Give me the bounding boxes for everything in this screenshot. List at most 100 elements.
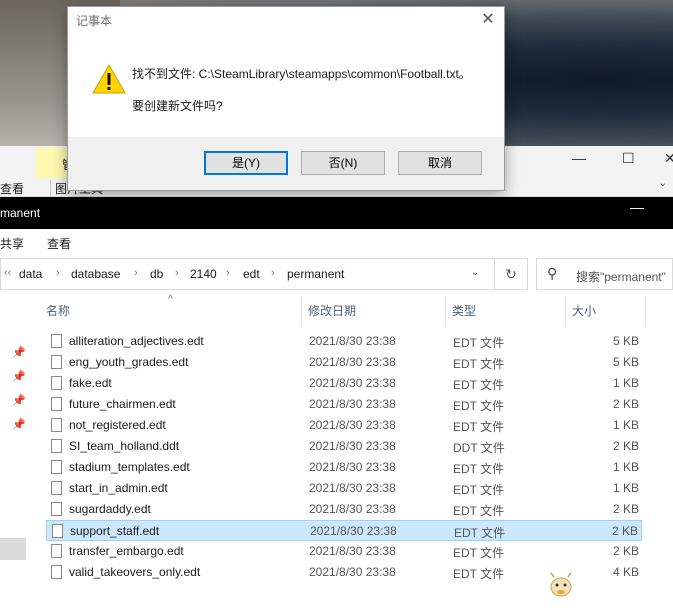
file-size: 4 KB	[612, 565, 639, 579]
breadcrumb-overflow-icon[interactable]: ‹‹	[4, 267, 11, 279]
file-row[interactable]: not_registered.edt 2021/8/30 23:38 EDT 文件 1…	[46, 415, 642, 436]
address-dropdown-icon[interactable]: ⌄	[471, 267, 479, 278]
column-header-date[interactable]: 修改日期	[302, 296, 446, 326]
chevron-right-icon[interactable]: ›	[226, 267, 230, 279]
file-icon	[51, 544, 62, 558]
file-date: 2021/8/30 23:38	[309, 460, 396, 474]
dialog-message-create-prompt: 要创建新文件吗?	[132, 99, 223, 113]
breadcrumb-2140[interactable]: 2140	[190, 267, 217, 281]
file-size: 5 KB	[612, 355, 639, 369]
ribbon-view-tab[interactable]: 查看	[0, 180, 24, 197]
file-type: EDT 文件	[453, 567, 505, 581]
file-type: EDT 文件	[453, 420, 505, 434]
breadcrumb-data[interactable]: data	[19, 267, 42, 281]
file-type: EDT 文件	[453, 399, 505, 413]
column-header-type[interactable]: 类型	[446, 296, 566, 326]
file-row[interactable]: eng_youth_grades.edt 2021/8/30 23:38 EDT 文…	[46, 352, 642, 373]
pin-icon[interactable]: 📌	[12, 370, 26, 383]
dialog-close-icon[interactable]: ✕	[474, 8, 502, 32]
menu-view[interactable]: 查看	[47, 235, 71, 252]
breadcrumb-permanent[interactable]: permanent	[287, 267, 344, 281]
refresh-icon[interactable]: ↻	[494, 259, 527, 289]
warning-icon	[92, 63, 126, 94]
file-size: 2 KB	[612, 544, 639, 558]
file-type: EDT 文件	[453, 357, 505, 371]
address-bar[interactable]: ‹‹ data › database › db › 2140 › edt › p…	[0, 258, 528, 290]
file-row[interactable]: start_in_admin.edt 2021/8/30 23:38 EDT 文件 1…	[46, 478, 642, 499]
file-date: 2021/8/30 23:38	[309, 439, 396, 453]
file-name: not_registered.edt	[69, 418, 166, 432]
file-type: EDT 文件	[454, 526, 506, 540]
file-icon	[51, 460, 62, 474]
yes-button[interactable]: 是(Y)	[204, 151, 288, 175]
file-name: SI_team_holland.ddt	[69, 439, 180, 453]
file-icon	[51, 418, 62, 432]
breadcrumb-database[interactable]: database	[71, 267, 120, 281]
close-icon[interactable]: ✕	[664, 150, 673, 167]
file-date: 2021/8/30 23:38	[309, 376, 396, 390]
breadcrumb-edt[interactable]: edt	[243, 267, 260, 281]
file-size: 2 KB	[612, 397, 639, 411]
search-placeholder: 搜索"permanent"	[576, 270, 666, 284]
file-row[interactable]: future_chairmen.edt 2021/8/30 23:38 EDT 文件…	[46, 394, 642, 415]
file-size: 1 KB	[612, 460, 639, 474]
chevron-right-icon[interactable]: ›	[134, 267, 138, 279]
file-row[interactable]: alliteration_adjectives.edt 2021/8/30 23:…	[46, 331, 642, 352]
file-icon	[51, 334, 62, 348]
file-size: 1 KB	[612, 481, 639, 495]
file-date: 2021/8/30 23:38	[309, 565, 396, 579]
file-name: fake.edt	[69, 376, 112, 390]
file-type: EDT 文件	[453, 336, 505, 350]
pin-icon[interactable]: 📌	[12, 394, 26, 407]
nav-selected-item[interactable]	[0, 538, 26, 560]
file-row[interactable]: transfer_embargo.edt 2021/8/30 23:38 EDT 文…	[46, 541, 642, 562]
search-box[interactable]: ⚲ 搜索"permanent"	[536, 258, 673, 290]
column-header-size[interactable]: 大小	[566, 296, 646, 326]
pin-icon[interactable]: 📌	[12, 346, 26, 359]
ribbon-expand-icon[interactable]: ⌄	[659, 178, 667, 189]
file-type: EDT 文件	[453, 378, 505, 392]
file-size: 2 KB	[612, 439, 639, 453]
file-icon	[52, 524, 63, 538]
file-date: 2021/8/30 23:38	[309, 481, 396, 495]
no-button[interactable]: 否(N)	[301, 151, 385, 175]
file-row[interactable]: stadium_templates.edt 2021/8/30 23:38 EDT …	[46, 457, 642, 478]
file-row[interactable]: support_staff.edt 2021/8/30 23:38 EDT 文件 2 …	[46, 520, 642, 541]
file-name: start_in_admin.edt	[69, 481, 168, 495]
file-icon	[51, 565, 62, 579]
titlebar-minimize-icon[interactable]: —	[630, 199, 644, 215]
file-date: 2021/8/30 23:38	[309, 334, 396, 348]
breadcrumb-db[interactable]: db	[150, 267, 163, 281]
navigation-pane: 📌 📌 📌 📌	[0, 296, 30, 608]
file-row[interactable]: fake.edt 2021/8/30 23:38 EDT 文件 1 KB	[46, 373, 642, 394]
file-row[interactable]: SI_team_holland.ddt 2021/8/30 23:38 DDT 文件…	[46, 436, 642, 457]
dialog-footer: 是(Y) 否(N) 取消	[68, 137, 504, 190]
file-date: 2021/8/30 23:38	[309, 397, 396, 411]
file-icon	[51, 439, 62, 453]
file-size: 1 KB	[612, 418, 639, 432]
explorer-title-bar: manent —	[0, 197, 673, 229]
file-type: EDT 文件	[453, 483, 505, 497]
file-date: 2021/8/30 23:38	[309, 544, 396, 558]
file-name: transfer_embargo.edt	[69, 544, 184, 558]
file-name: support_staff.edt	[70, 524, 160, 538]
chevron-right-icon[interactable]: ›	[56, 267, 60, 279]
file-name: eng_youth_grades.edt	[69, 355, 189, 369]
pin-icon[interactable]: 📌	[12, 418, 26, 431]
file-icon	[51, 355, 62, 369]
file-type: EDT 文件	[453, 504, 505, 518]
column-header-name[interactable]: 名称	[40, 296, 302, 326]
file-icon	[51, 481, 62, 495]
chevron-right-icon[interactable]: ›	[271, 267, 275, 279]
mascot-icon	[550, 572, 572, 597]
window-title: manent	[0, 206, 41, 220]
file-date: 2021/8/30 23:38	[309, 355, 396, 369]
file-row[interactable]: sugardaddy.edt 2021/8/30 23:38 EDT 文件 2 KB	[46, 499, 642, 520]
minimize-icon[interactable]: —	[572, 150, 586, 166]
cancel-button[interactable]: 取消	[398, 151, 482, 175]
chevron-right-icon[interactable]: ›	[175, 267, 179, 279]
menu-share[interactable]: 共享	[0, 235, 24, 252]
maximize-icon[interactable]: ☐	[622, 150, 635, 167]
file-size: 2 KB	[612, 502, 639, 516]
file-date: 2021/8/30 23:38	[309, 418, 396, 432]
